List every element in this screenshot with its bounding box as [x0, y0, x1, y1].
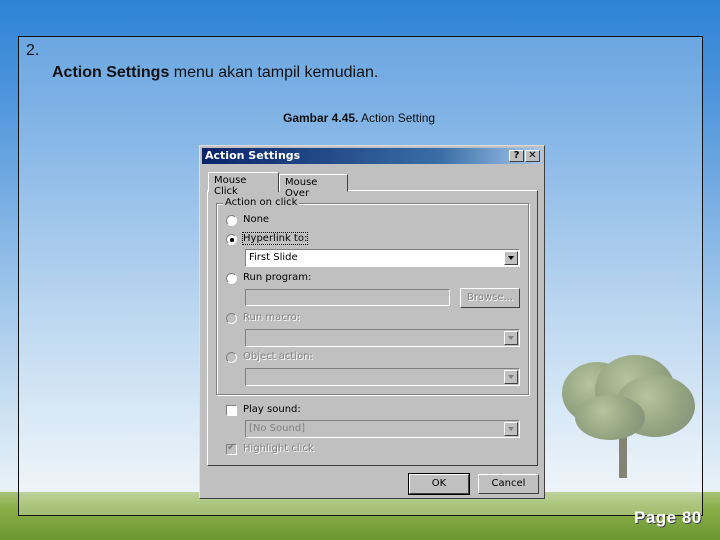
tab-mouse-over[interactable]: Mouse Over — [279, 174, 348, 199]
instruction-bold: Action Settings — [52, 64, 170, 81]
tab-mouse-click[interactable]: Mouse Click — [208, 172, 279, 197]
list-number: 2. — [26, 42, 40, 59]
caption-bold: Gambar 4.45. — [283, 111, 359, 125]
label-hyperlink[interactable]: Hyperlink to: — [241, 232, 309, 245]
sound-value: [No Sound] — [249, 423, 306, 434]
label-highlight-click: Highlight click — [243, 443, 314, 454]
radio-none[interactable] — [226, 215, 237, 226]
instruction-text: Action Settings menu akan tampil kemudia… — [52, 64, 378, 82]
action-settings-dialog: Action Settings ? ✕ Mouse Click Mouse Ov… — [199, 145, 545, 499]
figure-caption: Gambar 4.45. Action Setting — [283, 111, 435, 125]
chevron-down-icon[interactable] — [504, 370, 518, 384]
label-run-macro: Run macro: — [243, 312, 301, 323]
play-sound-checkbox[interactable] — [226, 405, 237, 416]
hyperlink-value: First Slide — [249, 252, 298, 263]
checkmark-icon: ✔ — [227, 442, 236, 453]
dialog-title: Action Settings — [205, 149, 301, 162]
instruction-rest: menu akan tampil kemudian. — [169, 64, 379, 81]
highlight-click-checkbox[interactable]: ✔ — [226, 442, 237, 455]
label-play-sound[interactable]: Play sound: — [243, 404, 301, 415]
caption-rest: Action Setting — [358, 111, 436, 125]
cancel-button[interactable]: Cancel — [478, 474, 539, 494]
chevron-down-icon[interactable] — [504, 331, 518, 345]
radio-object-action[interactable] — [226, 352, 237, 363]
label-none[interactable]: None — [243, 214, 269, 225]
radio-hyperlink[interactable] — [226, 234, 237, 245]
hyperlink-select[interactable]: First Slide — [245, 249, 520, 267]
browse-button[interactable]: Browse... — [460, 288, 520, 308]
ok-button[interactable]: OK — [408, 473, 470, 495]
radio-run-program[interactable] — [226, 273, 237, 284]
chevron-down-icon[interactable] — [504, 422, 518, 436]
group-label: Action on click — [223, 197, 300, 208]
page-number: Page 80 — [634, 508, 702, 527]
chevron-down-icon[interactable] — [504, 251, 518, 265]
help-button[interactable]: ? — [509, 150, 524, 162]
radio-run-macro[interactable] — [226, 313, 237, 324]
run-program-input[interactable] — [245, 289, 450, 306]
radio-selected-dot — [230, 238, 234, 242]
label-object-action: Object action: — [243, 351, 313, 362]
dialog-titlebar[interactable]: Action Settings ? ✕ — [202, 148, 542, 164]
macro-select[interactable] — [245, 329, 520, 347]
label-run-program[interactable]: Run program: — [243, 272, 311, 283]
object-action-select[interactable] — [245, 368, 520, 386]
sound-select[interactable]: [No Sound] — [245, 420, 520, 438]
close-button[interactable]: ✕ — [525, 150, 540, 162]
